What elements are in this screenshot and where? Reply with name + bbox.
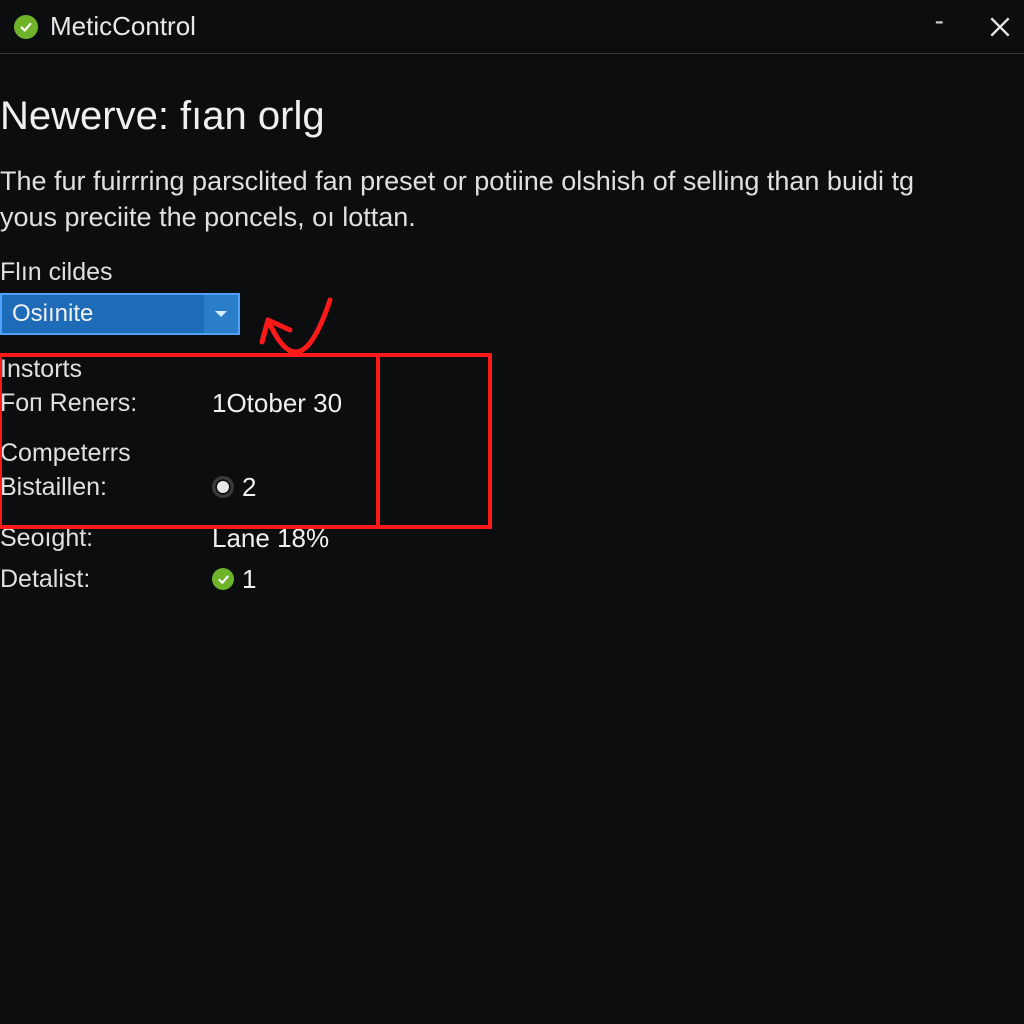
page-description: The fur fuirrring parsclited fan preset … [0,163,1024,236]
close-button[interactable] [984,11,1016,43]
row-label: Seoıght: [0,524,212,553]
row-value[interactable]: 2 [212,472,256,503]
chevron-down-icon [204,295,238,333]
check-icon [212,568,234,590]
window-title: MeticControl [50,11,935,42]
section-header-competercs: Competerrs [0,439,1024,468]
row-value-text: 2 [242,472,256,503]
row-value: Lane 18% [212,523,329,554]
row-seoight: Seoıght: Lane 18% [0,523,1024,554]
row-label: Foп Reners: [0,389,212,418]
section-header-instorts: Instorts [0,355,1024,384]
row-bistaillen: Bistaillen: 2 [0,472,1024,503]
titlebar: MeticControl - [0,0,1024,54]
content-area: Newerve: fıan orlg The fur fuirrring par… [0,54,1024,595]
row-detalist: Detalist: 1 [0,564,1024,595]
page-title: Newerve: fıan orlg [0,94,1024,139]
row-value: 1Otober 30 [212,388,342,419]
app-icon [14,15,38,39]
row-value: 1 [212,564,256,595]
minimize-button[interactable]: - [935,7,944,35]
row-value-text: 1 [242,564,256,595]
row-for-reners: Foп Reners: 1Otober 30 [0,388,1024,419]
row-label: Bistaillen: [0,473,212,502]
radio-icon[interactable] [212,476,234,498]
preset-dropdown[interactable]: Osiınite [0,293,240,335]
dropdown-label: Flın cildes [0,258,1024,287]
row-label: Detalist: [0,565,212,594]
dropdown-selected: Osiınite [12,300,93,328]
